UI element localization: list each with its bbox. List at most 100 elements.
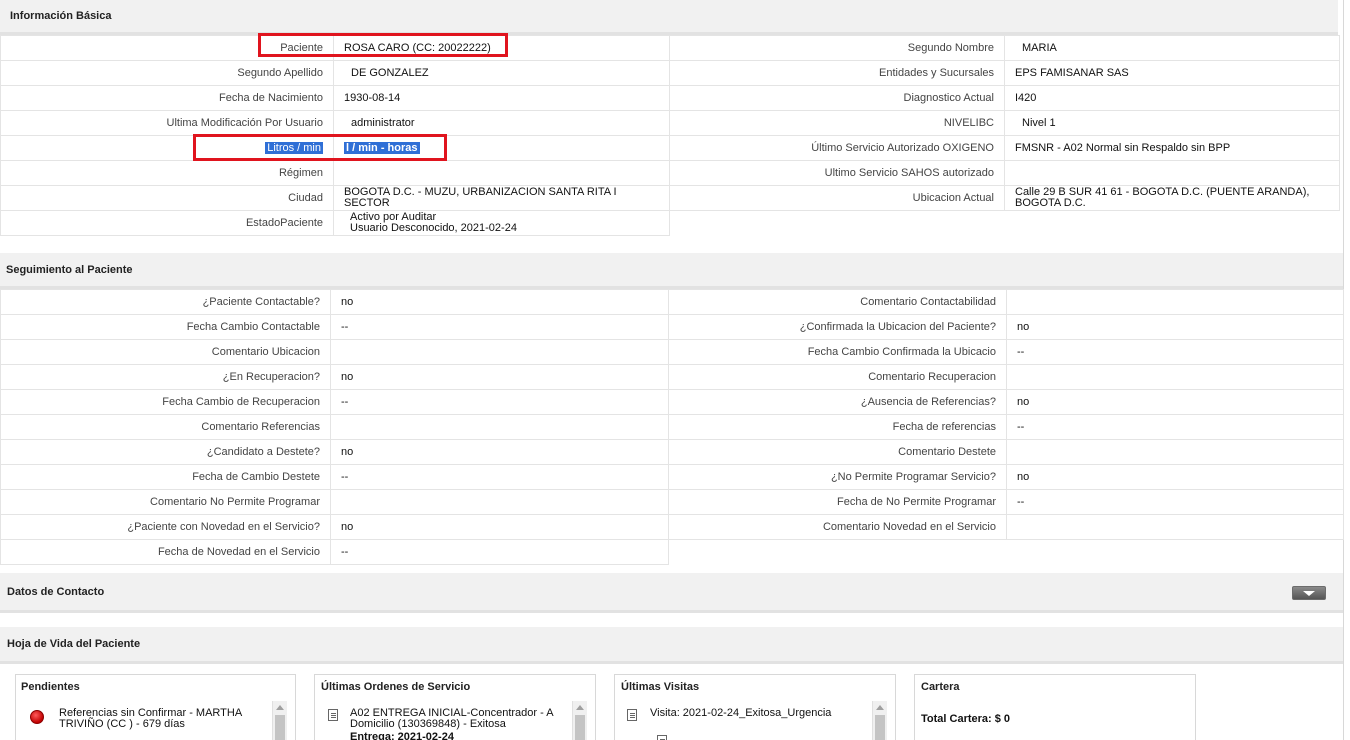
field-label: Comentario Ubicacion [0,339,331,365]
field-label: Fecha de Novedad en el Servicio [0,539,331,565]
table-row: Ultimo Servicio SAHOS autorizado [669,160,1340,186]
table-row: Litros / min l / min - horas [0,135,670,161]
tracking-right-table: Comentario Contactabilidad ¿Confirmada l… [668,289,1344,540]
table-row: NIVELIBC Nivel 1 [669,110,1340,136]
field-label: Paciente [0,35,334,61]
field-value [330,339,669,365]
table-row: Último Servicio Autorizado OXIGENO FMSNR … [669,135,1340,161]
field-value: no [1006,314,1344,340]
document-icon [328,709,338,721]
scroll-thumb[interactable] [275,715,285,740]
field-value: no [1006,389,1344,415]
red-dot-icon [30,710,44,724]
section-patient-history: Hoja de Vida del Paciente [0,627,1343,664]
scrollbar[interactable] [272,701,287,740]
field-label: Ubicacion Actual [669,185,1005,211]
field-label: EstadoPaciente [0,210,334,236]
field-value [1006,289,1344,315]
document-icon [627,709,637,721]
table-row: Ultima Modificación Por Usuario administr… [0,110,670,136]
field-value: no [330,514,669,540]
section-title: Hoja de Vida del Paciente [7,638,141,650]
panel-title: Pendientes [21,681,80,693]
table-row: Segundo Nombre MARIA [669,35,1340,61]
table-row: ¿Paciente con Novedad en el Servicio? no [0,514,669,540]
table-row: Fecha de referencias -- [668,414,1344,440]
table-row: Fecha Cambio de Recuperacion -- [0,389,669,415]
field-value: Calle 29 B SUR 41 61 - BOGOTA D.C. (PUEN… [1004,185,1340,211]
field-value [1006,439,1344,465]
section-title: Seguimiento al Paciente [6,263,133,276]
field-label: ¿Confirmada la Ubicacion del Paciente? [668,314,1007,340]
field-label: Fecha Cambio de Recuperacion [0,389,331,415]
field-label: Fecha de Cambio Destete [0,464,331,490]
order-item[interactable]: A02 ENTREGA INICIAL-Concentrador - A Dom… [350,708,565,730]
pending-item[interactable]: Referencias sin Confirmar - MARTHA TRIVI… [59,708,259,730]
table-row: Comentario No Permite Programar [0,489,669,515]
field-label: Segundo Apellido [0,60,334,86]
field-value: BOGOTA D.C. - MUZU, URBANIZACION SANTA R… [333,185,670,211]
field-label: Fecha Cambio Confirmada la Ubicacio [668,339,1007,365]
scroll-thumb[interactable] [575,715,585,740]
table-row: ¿Paciente Contactable? no [0,289,669,315]
panel-last-visits: Últimas Visitas Visita: 2021-02-24_Exito… [614,674,896,740]
field-label: Comentario Referencias [0,414,331,440]
table-row: Comentario Referencias [0,414,669,440]
field-value [1006,364,1344,390]
order-delivery: Entrega: 2021-02-24 [350,731,454,740]
visit-item[interactable]: Visita: 2021-02-24_Exitosa_Urgencia [650,708,831,719]
field-value: I420 [1004,85,1340,111]
field-label: Régimen [0,160,334,186]
field-label: ¿Paciente Contactable? [0,289,331,315]
field-value: administrator [333,110,670,136]
table-row: ¿Candidato a Destete? no [0,439,669,465]
field-value: 1930-08-14 [333,85,670,111]
field-value: -- [330,464,669,490]
field-label: ¿Paciente con Novedad en el Servicio? [0,514,331,540]
field-label: Ultima Modificación Por Usuario [0,110,334,136]
table-row: Comentario Novedad en el Servicio [668,514,1344,540]
field-label: Comentario No Permite Programar [0,489,331,515]
field-value: -- [1006,489,1344,515]
field-label: ¿No Permite Programar Servicio? [668,464,1007,490]
panel-title: Últimas Ordenes de Servicio [321,681,471,693]
field-value: ROSA CARO (CC: 20022222) [333,35,670,61]
basic-info-left-table: Paciente ROSA CARO (CC: 20022222) Segundo… [0,35,670,236]
field-label: Segundo Nombre [669,35,1005,61]
field-value: no [330,289,669,315]
field-value: -- [330,314,669,340]
table-row: Fecha Cambio Confirmada la Ubicacio -- [668,339,1344,365]
scroll-thumb[interactable] [875,715,885,740]
field-value: EPS FAMISANAR SAS [1004,60,1340,86]
basic-info-right-table: Segundo Nombre MARIA Entidades y Sucursal… [669,35,1340,211]
table-row: ¿Ausencia de Referencias? no [668,389,1344,415]
scrollbar[interactable] [872,701,887,740]
panel-wallet: Cartera Total Cartera: $ 0 [914,674,1196,740]
section-contact-data[interactable]: Datos de Contacto [0,573,1343,613]
field-label: ¿En Recuperacion? [0,364,331,390]
table-row: Régimen [0,160,670,186]
field-label: Ultimo Servicio SAHOS autorizado [669,160,1005,186]
field-label: Entidades y Sucursales [669,60,1005,86]
field-value: no [330,439,669,465]
field-value: -- [330,539,669,565]
table-row: Fecha Cambio Contactable -- [0,314,669,340]
patient-status-detail: Usuario Desconocido, 2021-02-24 [350,222,517,234]
field-label: NIVELIBC [669,110,1005,136]
table-row: Entidades y Sucursales EPS FAMISANAR SAS [669,60,1340,86]
table-row: Paciente ROSA CARO (CC: 20022222) [0,35,670,61]
table-row: Fecha de Nacimiento 1930-08-14 [0,85,670,111]
field-value-selected: l / min - horas [344,141,420,154]
table-row: Fecha de No Permite Programar -- [668,489,1344,515]
field-label: Comentario Contactabilidad [668,289,1007,315]
field-value: -- [1006,339,1344,365]
field-label: Diagnostico Actual [669,85,1005,111]
table-row: ¿En Recuperacion? no [0,364,669,390]
scrollbar[interactable] [572,701,587,740]
field-label: Comentario Destete [668,439,1007,465]
scroll-up-icon [276,705,284,710]
field-label: Ciudad [0,185,334,211]
expand-contact-button[interactable] [1292,586,1326,600]
table-row: Comentario Ubicacion [0,339,669,365]
wallet-total: Total Cartera: $ 0 [921,713,1011,725]
